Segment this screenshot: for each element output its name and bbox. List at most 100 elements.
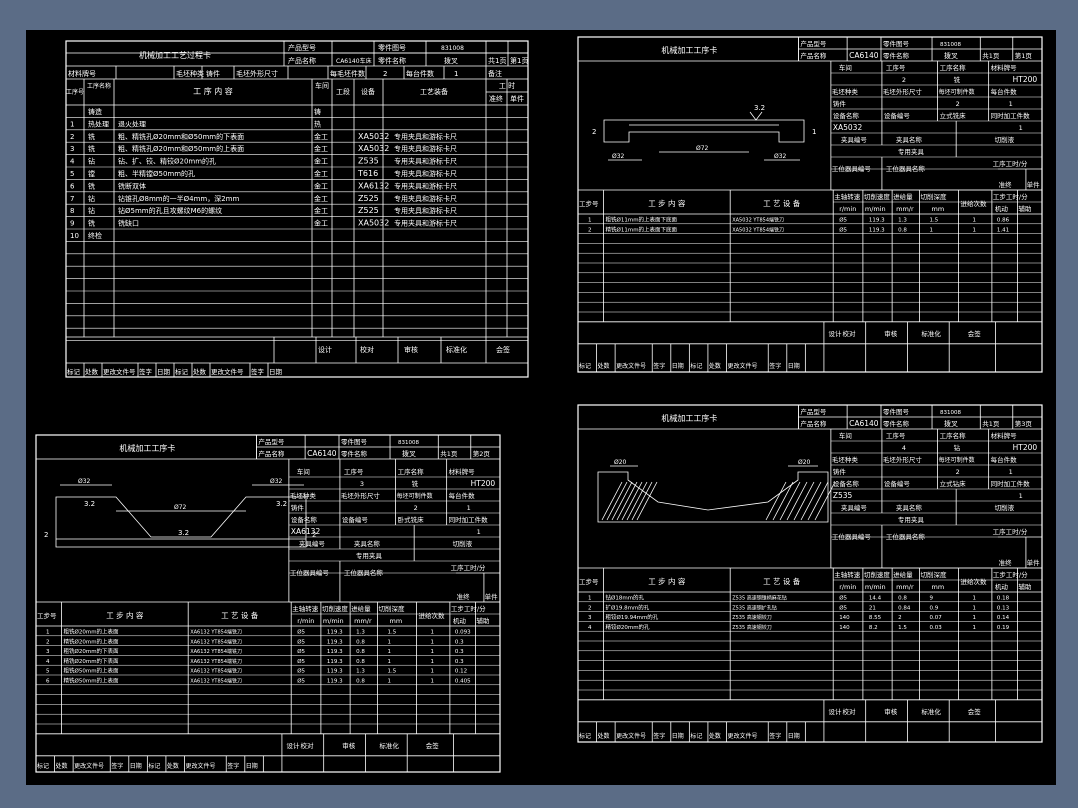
- step-time: 0.18: [997, 596, 1010, 602]
- cell-text: 标准化: [446, 345, 467, 354]
- step-rpm: Ø5: [297, 648, 305, 655]
- rev-label: 更改文件号: [185, 762, 215, 770]
- rev-label: 标记: [37, 762, 49, 770]
- op-tool: 专用夹具和游标卡尺: [394, 194, 457, 203]
- step-passes: 1: [972, 625, 976, 631]
- step-no: 3: [588, 615, 592, 621]
- step-rpm: 140: [839, 615, 850, 621]
- step-no: 3: [46, 649, 50, 655]
- cell-text: 车间: [315, 81, 329, 90]
- dimension-text: Ø32: [78, 478, 91, 485]
- step-equip: XA6132 YT854端铣刀: [190, 678, 242, 685]
- cell-text: 切削速度: [322, 604, 349, 613]
- cell-text: 2: [956, 468, 960, 476]
- cell-text: 辅助: [1018, 582, 1031, 591]
- op-shop: 金工: [314, 157, 328, 166]
- cell-text: 审核: [404, 345, 418, 354]
- hatch-line: [601, 481, 623, 521]
- step-content: 粗铣Ø11mm的上表面下底面: [606, 216, 678, 224]
- step-depth: 1.5: [930, 218, 939, 224]
- cell-text: 夹具名称: [896, 135, 923, 144]
- cell-text: 工序工时/分: [993, 159, 1028, 168]
- rev-label: 更改文件号: [616, 732, 646, 740]
- cell-text: 工序名称: [940, 431, 967, 440]
- cell-text: 设备名称: [833, 479, 860, 488]
- cell-text: 设计: [829, 329, 843, 338]
- cell-text: 单件: [510, 94, 524, 103]
- step-passes: 1: [972, 596, 976, 602]
- step-equip: XA6132 YT854端铣刀: [190, 638, 242, 645]
- cell-text: 零件名称: [883, 51, 910, 60]
- part-outline: [603, 119, 805, 143]
- step-equip: Z535 高速钢铰刀: [732, 624, 772, 631]
- cell-text: 工位器具编号: [832, 164, 872, 173]
- step-feed: 1.5: [898, 625, 907, 631]
- cell-text: 主轴转速: [834, 570, 861, 579]
- step-content: 粗铣Ø50mm的上表面: [64, 667, 120, 675]
- step-depth: 1: [388, 649, 392, 655]
- step-time: 0.19: [997, 625, 1010, 631]
- cell-text: 审核: [342, 741, 356, 750]
- cell-text: 会签: [426, 741, 440, 750]
- op-equip: Z525: [358, 194, 379, 203]
- step-speed: 119.3: [327, 659, 343, 665]
- rev-label: 日期: [788, 362, 800, 370]
- cell-text: HT200: [471, 479, 496, 488]
- cell-text: CA6140: [849, 51, 879, 60]
- op-tool: 专用夹具和游标卡尺: [394, 181, 457, 190]
- cell-text: 切削液: [995, 135, 1015, 144]
- cell-text: 夹具名称: [896, 503, 923, 512]
- cell-text: 材料牌号: [68, 69, 96, 78]
- cell-text: 工位器具名称: [344, 568, 384, 577]
- step-speed: 119.3: [327, 669, 343, 675]
- cell-text: 机动: [995, 582, 1009, 591]
- op-name: 镗: [88, 169, 95, 178]
- step-time: 0.12: [455, 669, 467, 675]
- cell-text: 拨叉: [444, 56, 458, 65]
- cell-text: 标准化: [921, 329, 941, 338]
- op-content: 粗、半精镗Ø50mm的孔: [118, 169, 195, 178]
- step-equip: Z535 高速钢扩孔钻: [732, 604, 777, 611]
- cell-text: r/min: [297, 617, 314, 625]
- step-rpm: Ø5: [839, 217, 847, 224]
- rev-label: 标记: [67, 367, 81, 376]
- op-equip: Z525: [358, 206, 379, 215]
- cell-text: 钻: [954, 443, 961, 452]
- cell-text: 主轴转速: [834, 192, 861, 201]
- cell-text: 毛坯种类: [176, 69, 204, 78]
- step-no: 4: [588, 625, 592, 631]
- step-passes: 1: [972, 218, 976, 224]
- op-name: 铣: [88, 144, 95, 153]
- op-equip: XA6132: [358, 181, 389, 190]
- step-passes: 1: [972, 605, 976, 611]
- op-no: 7: [70, 195, 74, 203]
- part-sketch-1: Ø32 Ø72 Ø32 3.2 2 1: [592, 104, 816, 161]
- rev-label: 签字: [769, 732, 781, 740]
- step-equip: XA6132 YT854端铣刀: [190, 648, 242, 655]
- op-equip: T616: [357, 169, 378, 178]
- cell-text: 同时加工件数: [991, 479, 1031, 488]
- step-rpm: Ø5: [297, 678, 305, 685]
- cell-text: 材料牌号: [991, 431, 1018, 440]
- op-no: 9: [70, 220, 74, 228]
- cell-text: 产品型号: [800, 39, 827, 48]
- step-time: 1.41: [997, 227, 1009, 233]
- datum-label: 2: [312, 531, 316, 539]
- cell-text: mm/r: [896, 583, 914, 591]
- op-shop: 铸: [314, 107, 321, 116]
- cell-text: 工步工时/分: [993, 192, 1028, 201]
- cell-text: 工 步 内 容: [648, 576, 686, 586]
- rev-label: 处数: [193, 367, 207, 376]
- op-shop: 热: [314, 119, 321, 128]
- cell-text: 机动: [453, 616, 467, 625]
- op-shop: 金工: [314, 206, 328, 215]
- step-equip: Z535 高速钢锥柄麻花钻: [732, 595, 787, 602]
- cell-text: 第1页: [510, 56, 528, 65]
- op-name: 铣: [88, 132, 95, 141]
- rev-label: 更改文件号: [616, 362, 646, 370]
- rev-label: 更改文件号: [727, 732, 757, 740]
- cell-text: 设计: [318, 345, 332, 354]
- cell-text: 零件图号: [341, 437, 368, 446]
- dimension-text: Ø72: [174, 504, 187, 511]
- hatch-line: [616, 481, 638, 521]
